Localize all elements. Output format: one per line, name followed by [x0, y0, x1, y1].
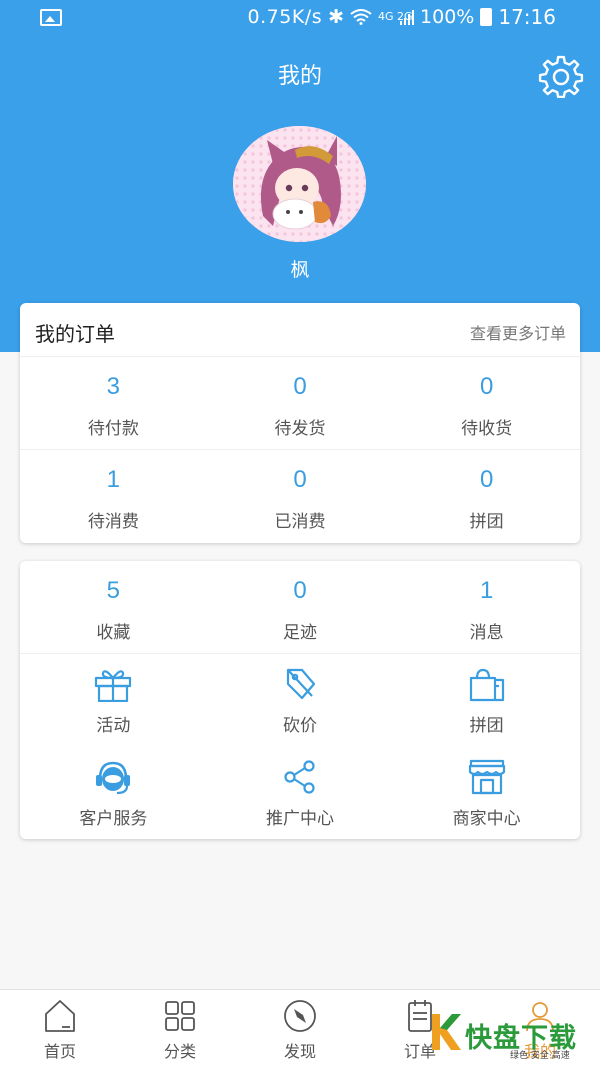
headset-icon — [91, 759, 135, 795]
tab-label: 分类 — [163, 1042, 196, 1061]
order-count: 0 — [480, 373, 494, 400]
home-icon — [45, 1000, 75, 1032]
order-count: 0 — [293, 373, 307, 400]
service-label: 推广中心 — [266, 809, 334, 829]
avatar[interactable] — [233, 126, 366, 242]
order-count: 0 — [293, 466, 307, 493]
watermark-tagline: 绿色·安全·高速 — [510, 1051, 570, 1061]
stat-label: 足迹 — [283, 623, 317, 643]
tab-label: 发现 — [283, 1042, 316, 1061]
orders-card-header: 我的订单 查看更多订单 — [20, 303, 580, 357]
gear-icon — [538, 55, 584, 99]
watermark-logo-icon — [432, 1014, 461, 1050]
stat-label: 消息 — [469, 623, 504, 643]
order-status-pending-payment[interactable]: 3 待付款 — [20, 357, 207, 449]
view-more-orders-link[interactable]: 查看更多订单 — [470, 320, 566, 344]
orders-card: 我的订单 查看更多订单 3 待付款 0 待发货 0 待收货 1 待消费 0 已消… — [20, 303, 580, 543]
order-label: 待付款 — [87, 419, 139, 439]
tab-label: 首页 — [43, 1042, 76, 1061]
bluetooth-icon: ✱ — [328, 6, 345, 28]
order-label: 已消费 — [274, 512, 326, 532]
tab-home[interactable]: 首页 — [0, 990, 120, 1067]
order-count: 0 — [480, 466, 494, 493]
share-icon — [278, 759, 322, 795]
settings-button[interactable] — [536, 54, 586, 99]
service-group-buy[interactable]: 拼团 — [393, 654, 580, 747]
order-label: 拼团 — [469, 512, 504, 532]
service-promotion-center[interactable]: 推广中心 — [207, 747, 394, 839]
services-row: 活动 砍价 拼团 — [20, 654, 580, 747]
wifi-icon — [350, 9, 372, 25]
history-stat[interactable]: 0 足迹 — [207, 561, 394, 653]
stat-count: 1 — [480, 577, 494, 604]
battery-icon — [480, 8, 493, 26]
status-bar: 0.75K/s ✱ 4G 2G 100% 17:16 — [0, 0, 600, 36]
orders-row: 1 待消费 0 已消费 0 拼团 — [20, 450, 580, 543]
battery-percent: 100% — [420, 6, 475, 28]
orders-title: 我的订单 — [35, 322, 115, 346]
stat-count: 5 — [106, 577, 121, 604]
stat-count: 0 — [293, 577, 307, 604]
order-count: 3 — [106, 373, 121, 400]
order-label: 待收货 — [461, 419, 513, 439]
orders-row: 3 待付款 0 待发货 0 待收货 — [20, 357, 580, 450]
grid-icon — [165, 1001, 195, 1031]
order-status-pending-receipt[interactable]: 0 待收货 — [393, 357, 580, 449]
tab-discover[interactable]: 发现 — [240, 990, 360, 1067]
gift-icon — [91, 666, 135, 703]
price-tag-icon — [278, 666, 322, 702]
stats-row: 5 收藏 0 足迹 1 消息 — [20, 561, 580, 654]
store-icon — [465, 759, 509, 795]
services-card: 5 收藏 0 足迹 1 消息 活动 砍价 拼团 客户服务 推广中心 商家中心 — [20, 561, 580, 839]
order-label: 待发货 — [274, 419, 326, 439]
shopping-bags-icon — [465, 666, 509, 702]
page-title: 我的 — [277, 64, 322, 89]
gallery-notification-icon — [40, 9, 62, 26]
order-status-pending-use[interactable]: 1 待消费 — [20, 450, 207, 543]
compass-icon — [284, 1000, 316, 1032]
avatar-image — [233, 126, 366, 242]
order-status-used[interactable]: 0 已消费 — [207, 450, 394, 543]
service-activity[interactable]: 活动 — [20, 654, 207, 747]
favorites-stat[interactable]: 5 收藏 — [20, 561, 207, 653]
service-label: 砍价 — [283, 716, 317, 736]
order-count: 1 — [106, 466, 121, 493]
services-row: 客户服务 推广中心 商家中心 — [20, 747, 580, 839]
service-merchant-center[interactable]: 商家中心 — [393, 747, 580, 839]
network-type: 4G 2G — [378, 10, 413, 23]
service-label: 活动 — [96, 716, 131, 736]
service-bargain[interactable]: 砍价 — [207, 654, 394, 747]
signal-icon — [400, 10, 415, 25]
order-status-pending-shipment[interactable]: 0 待发货 — [207, 357, 394, 449]
order-label: 待消费 — [87, 512, 139, 532]
watermark: 快盘下载 绿色·安全·高速 — [420, 1004, 600, 1064]
service-label: 商家中心 — [452, 809, 521, 829]
username: 枫 — [290, 259, 310, 281]
tab-category[interactable]: 分类 — [120, 990, 240, 1067]
service-customer-support[interactable]: 客户服务 — [20, 747, 207, 839]
messages-stat[interactable]: 1 消息 — [393, 561, 580, 653]
stat-label: 收藏 — [96, 623, 131, 643]
network-speed: 0.75K/s — [247, 6, 323, 28]
order-status-group-buy[interactable]: 0 拼团 — [393, 450, 580, 543]
service-label: 客户服务 — [79, 809, 148, 829]
clock: 17:16 — [498, 5, 556, 29]
service-label: 拼团 — [469, 716, 504, 736]
